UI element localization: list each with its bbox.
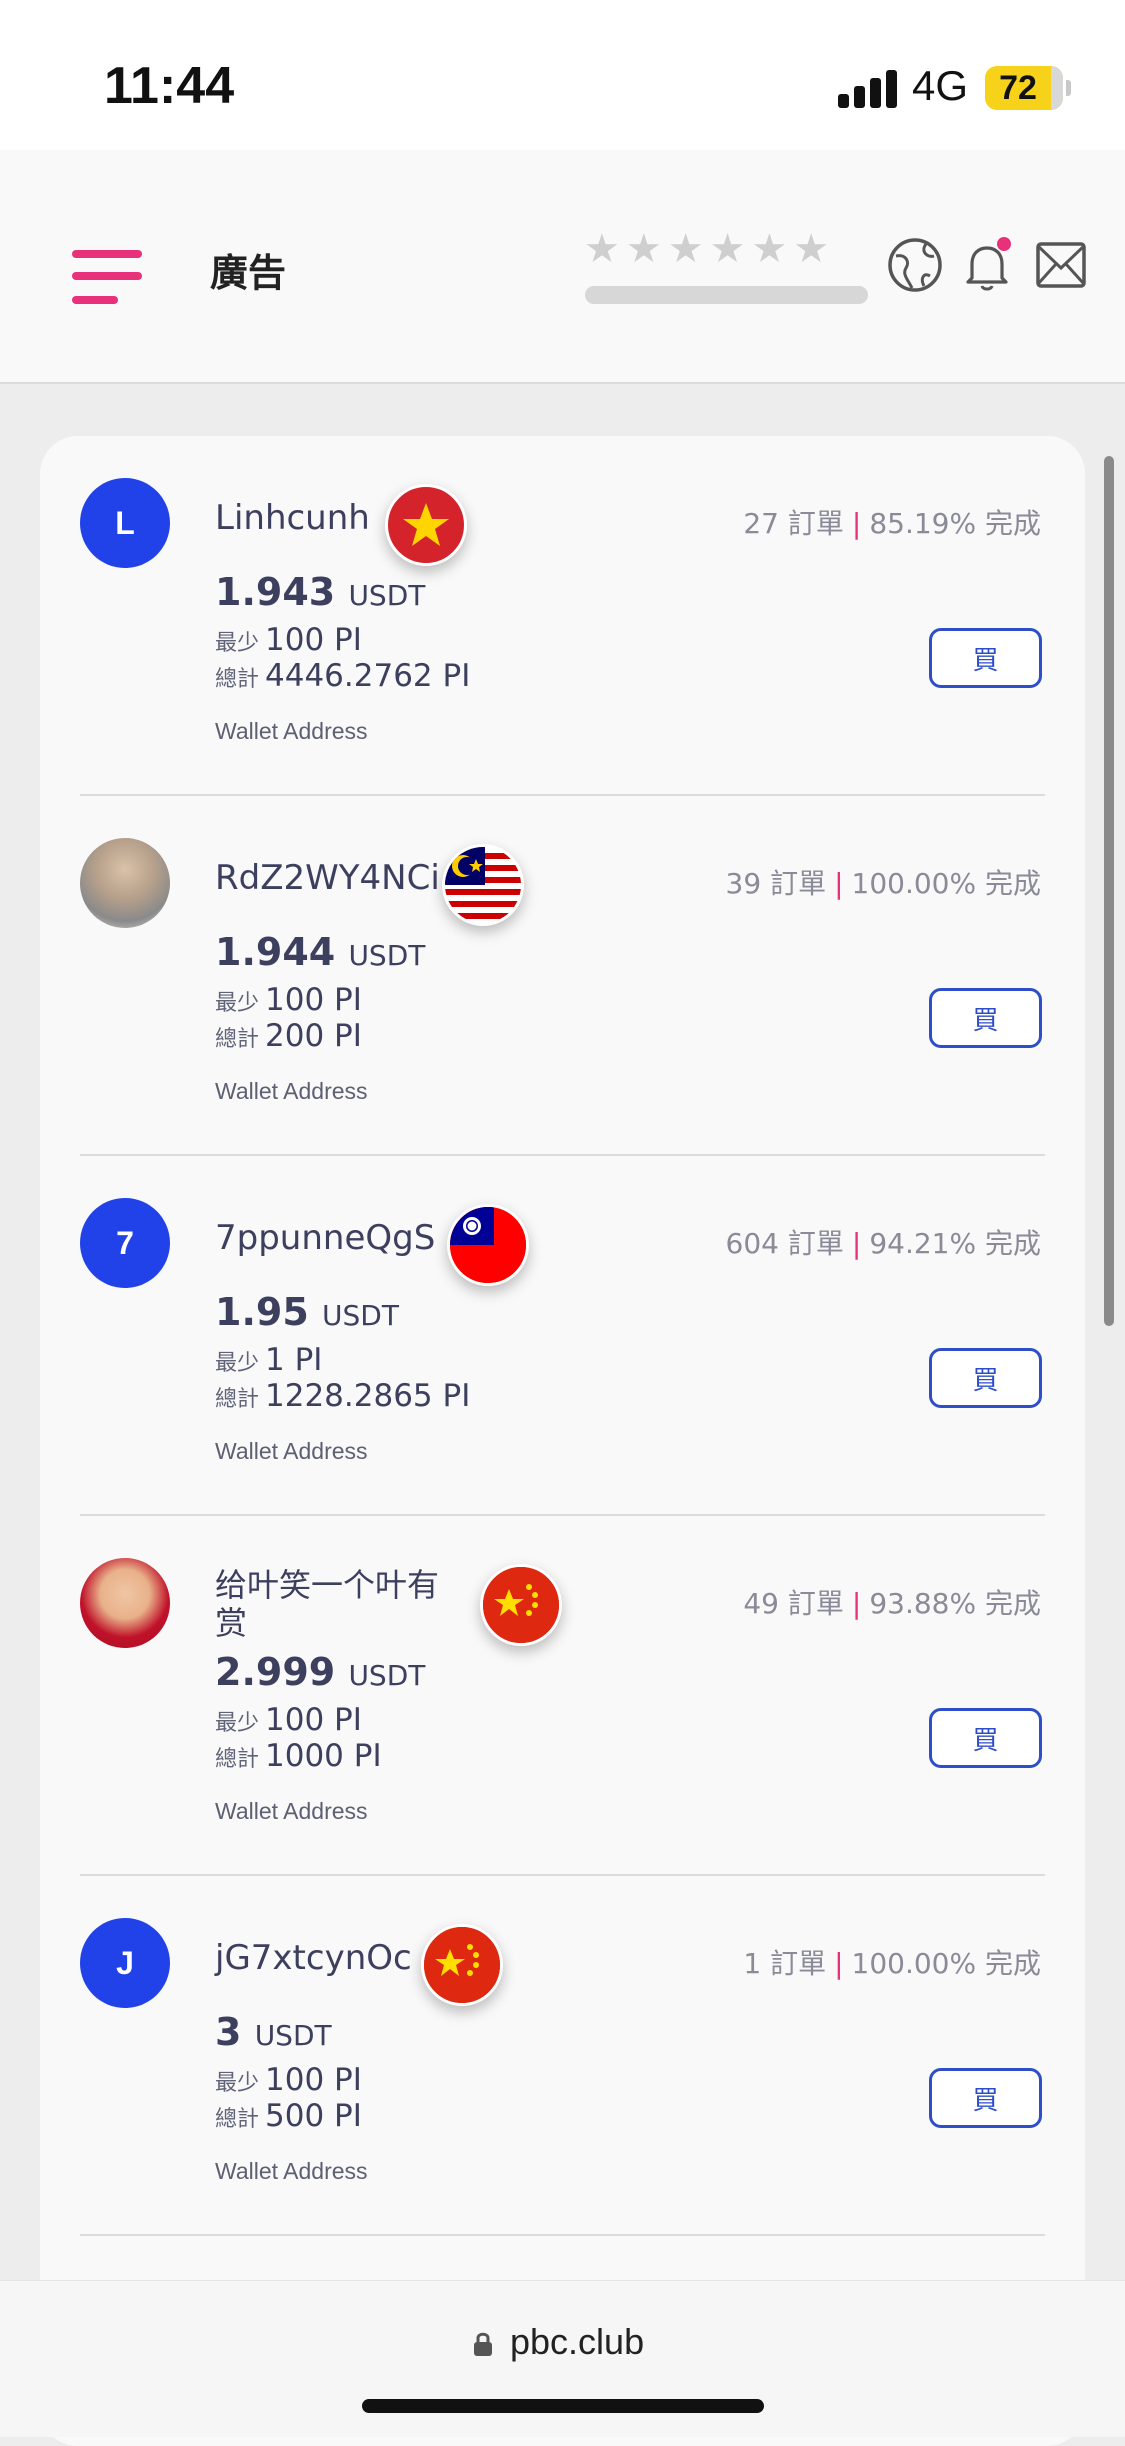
listings-card: L Linhcunh 27 訂單 | 85.19% 完成 1.943 USDT 最少… [40, 436, 1085, 2446]
avatar: J [80, 1918, 170, 2008]
order-stats: 1 訂單 | 100.00% 完成 [743, 1947, 1041, 1980]
rating-stars: ★★★★★★ [584, 226, 836, 272]
status-time: 11:44 [104, 57, 235, 115]
username: 7ppunneQgS [215, 1218, 436, 1258]
china-flag-icon [421, 1924, 503, 2006]
bell-icon[interactable] [958, 236, 1016, 294]
china-flag-icon [480, 1564, 562, 1646]
avatar [80, 838, 170, 928]
order-stats: 49 訂單 | 93.88% 完成 [743, 1587, 1041, 1620]
mail-icon[interactable] [1032, 236, 1090, 294]
signal-icon [838, 68, 898, 108]
order-stats: 39 訂單 | 100.00% 完成 [725, 867, 1041, 900]
min-amount: 最少 100 PI [215, 622, 362, 658]
network-type: 4G [912, 62, 969, 109]
lock-icon [472, 2331, 494, 2357]
wallet-address-link[interactable]: Wallet Address [215, 2158, 368, 2185]
min-amount: 最少 100 PI [215, 1702, 362, 1738]
price: 1.944 USDT [215, 930, 426, 974]
total-amount: 總計 4446.2762 PI [215, 658, 471, 694]
username: 给叶笑一个叶有赏 [215, 1566, 440, 1642]
buy-button[interactable]: 買 [929, 1348, 1042, 1408]
buy-button[interactable]: 買 [929, 1708, 1042, 1768]
min-amount: 最少 1 PI [215, 1342, 323, 1378]
avatar: 7 [80, 1198, 170, 1288]
page-title: 廣告 [210, 251, 287, 295]
app-header: 廣告 ★★★★★★ [0, 150, 1125, 384]
total-amount: 總計 200 PI [215, 1018, 362, 1054]
list-item: J jG7xtcynOc 1 訂單 | 100.00% 完成 3 USDT 最少 10… [40, 1876, 1085, 2236]
username: Linhcunh [215, 498, 370, 538]
battery-tip [1066, 80, 1071, 96]
username: jG7xtcynOc [215, 1938, 412, 1978]
malaysia-flag-icon [442, 844, 524, 926]
buy-button[interactable]: 買 [929, 628, 1042, 688]
buy-button[interactable]: 買 [929, 2068, 1042, 2128]
url-text[interactable]: pbc.club [510, 2321, 644, 2363]
total-amount: 總計 500 PI [215, 2098, 362, 2134]
price: 1.943 USDT [215, 570, 426, 614]
min-amount: 最少 100 PI [215, 2062, 362, 2098]
taiwan-flag-icon [447, 1204, 529, 1286]
divider [80, 2234, 1045, 2236]
total-amount: 總計 1228.2865 PI [215, 1378, 471, 1414]
list-item: 7 7ppunneQgS 604 訂單 | 94.21% 完成 1.95 USDT … [40, 1156, 1085, 1516]
rating-progress-bar [585, 286, 868, 304]
price: 3 USDT [215, 2010, 332, 2054]
username: RdZ2WY4NCi [215, 858, 440, 898]
wallet-address-link[interactable]: Wallet Address [215, 718, 368, 745]
globe-icon[interactable] [886, 236, 944, 294]
list-item: 给叶笑一个叶有赏 49 訂單 | 93.88% 完成 2.999 USDT 最少 10… [40, 1516, 1085, 1876]
vietnam-flag-icon [385, 484, 467, 566]
list-item: RdZ2WY4NCi 39 訂單 | 100.00% 完成 1.944 USDT 最… [40, 796, 1085, 1156]
list-item: L Linhcunh 27 訂單 | 85.19% 完成 1.943 USDT 最少… [40, 436, 1085, 796]
order-stats: 27 訂單 | 85.19% 完成 [743, 507, 1041, 540]
min-amount: 最少 100 PI [215, 982, 362, 1018]
buy-button[interactable]: 買 [929, 988, 1042, 1048]
wallet-address-link[interactable]: Wallet Address [215, 1798, 368, 1825]
home-indicator[interactable] [362, 2399, 764, 2413]
order-stats: 604 訂單 | 94.21% 完成 [725, 1227, 1041, 1260]
avatar: L [80, 478, 170, 568]
wallet-address-link[interactable]: Wallet Address [215, 1078, 368, 1105]
avatar [80, 1558, 170, 1648]
total-amount: 總計 1000 PI [215, 1738, 382, 1774]
price: 2.999 USDT [215, 1650, 426, 1694]
status-bar: 11:44 4G 72 [0, 0, 1125, 150]
battery-level: 72 [999, 69, 1037, 107]
price: 1.95 USDT [215, 1290, 399, 1334]
browser-address-bar[interactable]: pbc.club [0, 2280, 1125, 2437]
battery-icon: 72 [985, 66, 1063, 110]
menu-icon[interactable] [72, 250, 144, 306]
wallet-address-link[interactable]: Wallet Address [215, 1438, 368, 1465]
scrollbar[interactable] [1104, 456, 1114, 1326]
